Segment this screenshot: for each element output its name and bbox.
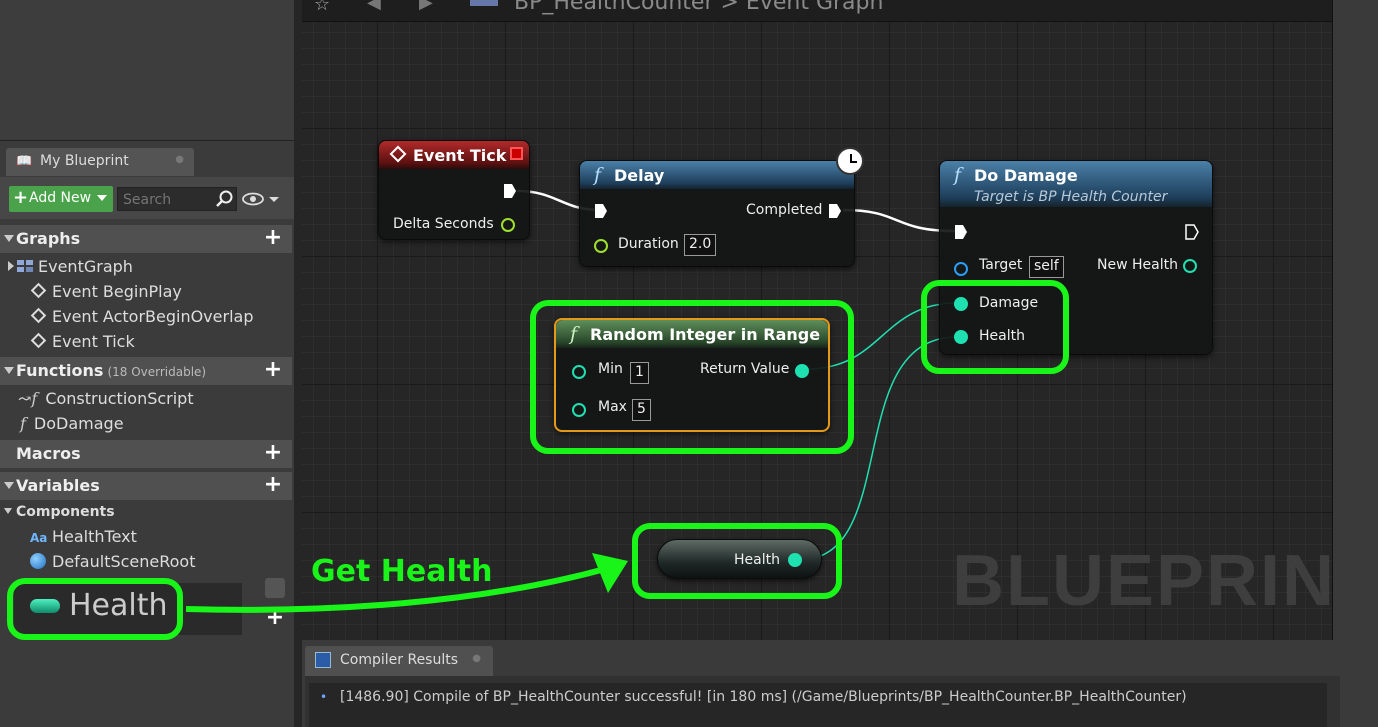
tree-item-event-actorbeginoverlap[interactable]: Event ActorBeginOverlap [30,307,254,326]
exec-in-pin[interactable] [594,203,608,219]
collapse-icon[interactable] [4,235,14,242]
tree-item-defaultsceneroot[interactable]: DefaultSceneRoot [30,552,196,571]
add-function-button[interactable]: + [262,359,284,382]
pin-new-health-label: New Health [1097,257,1178,273]
event-graph-canvas[interactable]: ☆ ◀ ▶ BP_HealthCounter > Event Graph BLU… [302,0,1333,640]
function-icon: f [954,164,962,186]
duration-pin[interactable] [594,239,608,253]
chevron-down-icon [97,195,107,201]
tree-item-dodamage[interactable]: f DoDamage [20,414,124,433]
components-title: Components [16,504,115,520]
collapse-icon[interactable] [4,482,14,489]
event-graph-icon [8,260,33,272]
callout-arrow [185,553,628,613]
add-variable-button[interactable]: + [262,474,284,497]
stop-icon [510,147,523,160]
pin-target-label: Target [979,257,1023,273]
node-event-tick[interactable]: Event Tick Delta Seconds [378,140,530,240]
section-variables[interactable]: Variables + [0,472,292,500]
tab-compiler-results-label: Compiler Results [340,652,459,668]
event-icon [30,307,47,324]
close-icon[interactable]: ● [175,154,184,165]
compiler-icon [315,652,331,668]
delta-seconds-pin[interactable] [501,218,515,232]
tree-item-event-beginplay[interactable]: Event BeginPlay [30,282,182,301]
tab-compiler-results[interactable]: Compiler Results ● [305,646,493,676]
exec-in-pin[interactable] [954,224,968,240]
node-header: f Delay [580,161,854,189]
function-icon: f [594,164,602,186]
add-macro-button[interactable]: + [262,442,284,465]
add-graph-button[interactable]: + [262,227,284,250]
tree-item-healthtext[interactable]: Aa HealthText [30,527,137,546]
tab-my-blueprint-label: My Blueprint [40,153,129,169]
collapse-icon [4,508,12,514]
new-health-pin[interactable] [1183,259,1197,273]
bullet-icon: • [320,690,328,704]
tree-item-label: EventGraph [38,257,133,276]
collapse-icon[interactable] [4,367,14,374]
highlight-damage-health-pins [921,280,1069,374]
eye-icon[interactable] [242,191,282,207]
tree-item-label: DefaultSceneRoot [52,552,196,571]
tree-item-eventgraph[interactable]: EventGraph [8,257,133,276]
node-delay[interactable]: f Delay Completed Duration 2.0 [579,147,864,267]
clock-icon [836,147,864,175]
highlight-health-variable [7,578,183,640]
tab-my-blueprint[interactable]: 📖 My Blueprint ● [6,148,194,176]
tree-item-label: Event ActorBeginOverlap [52,307,254,326]
tree-item-label: ConstructionScript [45,389,194,408]
section-graphs-title: Graphs [16,229,81,248]
exec-out-pin[interactable] [503,183,517,199]
event-icon [389,145,407,163]
highlight-get-health [632,523,842,599]
section-graphs[interactable]: Graphs + [0,225,292,253]
tree-item-label: DoDamage [33,414,124,433]
exec-out-pin[interactable] [828,203,842,219]
event-icon [30,332,47,349]
tree-item-constructionscript[interactable]: ↝f ConstructionScript [18,389,194,408]
book-icon: 📖 [16,154,33,169]
pin-duration-label: Duration [618,236,679,252]
node-title: Delay [614,166,665,185]
tree-item-label: Event BeginPlay [52,282,182,301]
tree-item-event-tick[interactable]: Event Tick [30,332,135,351]
function-icon: f [20,414,26,433]
pin-completed-label: Completed [746,202,823,218]
scene-component-icon [30,553,46,569]
node-header: f Do Damage Target is BP Health Counter [940,161,1212,207]
pin-delta-seconds-label: Delta Seconds [393,216,494,232]
section-functions[interactable]: Functions (18 Overridable) + [0,357,292,385]
components-category[interactable]: Components [4,504,115,520]
right-panel-edge [1340,0,1378,727]
node-title: Event Tick [413,146,507,165]
tree-item-label: Event Tick [52,332,135,351]
section-functions-title: Functions [16,361,104,380]
search-icon[interactable] [216,190,234,208]
section-macros[interactable]: Macros + [0,440,292,468]
highlight-random-integer [530,300,854,454]
duration-input[interactable]: 2.0 [684,234,717,256]
node-subtitle: Target is BP Health Counter [974,189,1168,205]
left-top-area [0,0,294,141]
node-title: Do Damage [974,166,1078,185]
exec-out-pin[interactable] [1185,224,1199,240]
compiler-message: [1486.90] Compile of BP_HealthCounter su… [340,689,1187,705]
section-variables-title: Variables [16,476,100,495]
function-icon: ↝f [18,389,38,408]
node-header: Event Tick [379,141,529,169]
event-icon [30,282,47,299]
overridable-count: (18 Overridable) [107,365,207,379]
target-input[interactable]: self [1029,256,1064,278]
add-new-button[interactable]: + Add New [9,186,113,212]
plus-icon: + [13,187,29,208]
target-pin[interactable] [954,262,968,276]
blueprint-toolbar: + Add New [0,177,294,219]
add-new-label: Add New [29,190,92,206]
section-macros-title: Macros [16,444,81,463]
text-component-icon: Aa [30,531,48,545]
tree-item-label: HealthText [52,527,137,546]
close-icon[interactable]: ● [472,653,481,664]
